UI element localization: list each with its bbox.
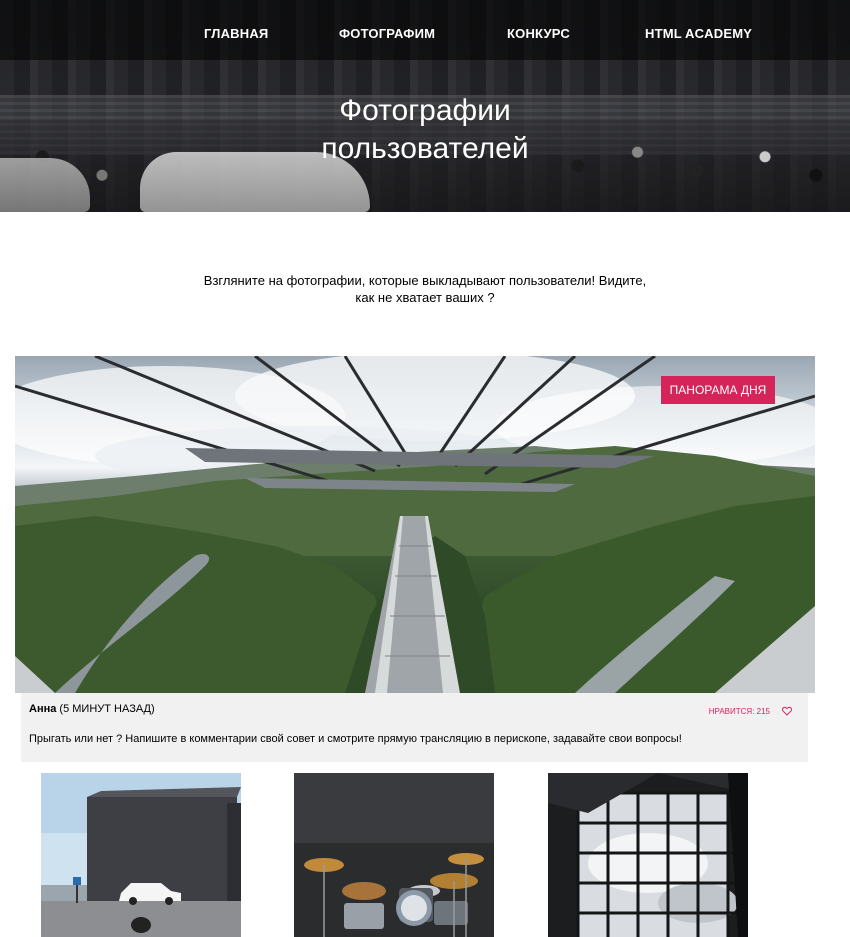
thumbnail-photo-drums[interactable]	[294, 773, 494, 937]
thumbnail-drums-illustration	[294, 773, 494, 937]
thumbnail-glass-illustration	[548, 773, 748, 937]
panorama-of-the-day-badge[interactable]: Панорама дня	[661, 376, 775, 404]
photo-author: Анна (5 МИНУТ НАЗАД)	[29, 703, 155, 716]
intro-line1: Взгляните на фотографии, которые выклады…	[203, 273, 647, 288]
nav-item-home[interactable]: Главная	[204, 27, 268, 41]
nav-item-photograph[interactable]: Фотографим	[339, 27, 435, 41]
featured-panorama-photo[interactable]	[15, 356, 815, 693]
intro-text: Взгляните на фотографии, которые выклады…	[0, 272, 850, 306]
page-title-line1: Фотографии	[339, 94, 511, 127]
nav-item-contest[interactable]: Конкурс	[507, 27, 570, 41]
thumbnail-photo-building[interactable]	[41, 773, 241, 937]
thumbnail-building-illustration	[41, 773, 241, 937]
nav-item-html-academy[interactable]: HTML Academy	[645, 27, 752, 41]
main-nav: Главная Фотографим Конкурс HTML Academy	[0, 0, 850, 68]
page-title-line2: пользователей	[321, 132, 529, 165]
featured-photo-caption: Анна (5 МИНУТ НАЗАД) Нравится: 215 Прыга…	[21, 693, 808, 762]
heart-icon[interactable]	[782, 706, 792, 716]
post-time: (5 МИНУТ НАЗАД)	[59, 703, 155, 715]
thumbnail-photo-glass-ceiling[interactable]	[548, 773, 748, 937]
intro-line2: как не хватает ваших ?	[355, 290, 495, 305]
author-name[interactable]: Анна	[29, 703, 56, 715]
panorama-illustration	[15, 356, 815, 693]
hero-banner: Главная Фотографим Конкурс HTML Academy …	[0, 0, 850, 212]
likes-count: Нравится: 215	[708, 707, 770, 716]
page-title: Фотографии пользователей	[0, 92, 850, 168]
photo-comment: Прыгать или нет ? Напишите в комментарии…	[29, 733, 682, 745]
